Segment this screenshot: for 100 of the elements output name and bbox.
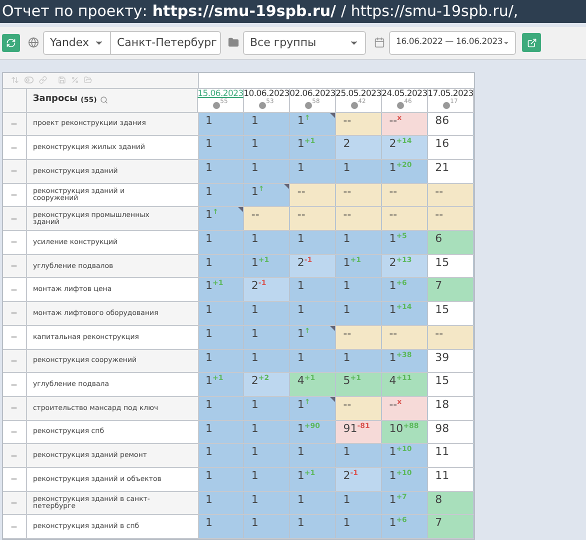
position-value: 91	[343, 422, 358, 434]
toggle-icon[interactable]	[24, 75, 34, 86]
position-value: 1	[297, 233, 304, 244]
position-value: --	[389, 186, 398, 197]
position-value: 1	[251, 162, 258, 173]
position-value: 98	[435, 422, 450, 434]
position-value: 1	[297, 494, 304, 505]
position-value: 1	[251, 186, 258, 197]
title-label: Отчет по проекту:	[2, 1, 148, 22]
position-value: --	[435, 209, 444, 220]
engine-select[interactable]: Yandex	[43, 30, 111, 55]
position-value: 1	[251, 304, 258, 316]
folder-icon[interactable]	[84, 76, 92, 84]
position-value: 1	[343, 352, 350, 362]
position-value: 1	[206, 304, 212, 316]
date-header[interactable]: 17.05.2023	[428, 90, 474, 98]
position-value: 1	[206, 162, 212, 173]
refresh-button[interactable]	[2, 34, 20, 52]
position-value: 1	[389, 304, 396, 316]
position-value: 1	[206, 280, 212, 292]
position-value: 1	[297, 162, 304, 173]
position-value: 1	[206, 446, 212, 458]
position-value: 1	[206, 494, 212, 505]
position-value: --	[389, 114, 398, 126]
position-value: 1	[206, 470, 212, 481]
position-value: 1	[251, 256, 258, 268]
position-value: --	[435, 328, 444, 339]
position-value: 1	[251, 398, 258, 410]
position-value: 1	[206, 328, 212, 339]
position-value: 2	[297, 256, 304, 268]
position-value: --	[297, 209, 306, 220]
position-value: 2	[343, 470, 350, 481]
position-value: 2	[251, 375, 258, 386]
position-value: --	[389, 398, 398, 410]
position-value: 1	[297, 470, 304, 481]
position-value: 15	[435, 304, 450, 316]
position-value: 1	[297, 328, 304, 339]
position-value: 1	[251, 114, 258, 126]
position-value: 2	[251, 280, 258, 292]
position-value: 1	[206, 352, 212, 362]
position-value: 1	[389, 470, 396, 481]
position-value: 4	[297, 375, 304, 386]
position-value: 1	[389, 280, 396, 292]
refresh-icon	[6, 38, 16, 48]
position-value: 1	[206, 517, 212, 528]
sort-icon[interactable]	[11, 76, 19, 84]
position-value: 1	[297, 114, 304, 126]
group-select[interactable]: Все группы	[243, 30, 366, 55]
position-value: 15	[435, 256, 450, 268]
date-header[interactable]: 25.05.2023	[336, 90, 382, 98]
position-value: 1	[251, 517, 258, 528]
position-value: 1	[343, 256, 350, 268]
position-value: --	[435, 186, 444, 197]
date-header[interactable]: 02.06.2023	[290, 90, 336, 98]
position-value: 18	[435, 398, 450, 410]
position-value: 1	[251, 233, 258, 244]
position-value: 16	[435, 138, 450, 150]
position-value: 1	[206, 138, 212, 150]
position-value: 1	[206, 186, 212, 197]
position-value: 10	[389, 422, 404, 434]
position-value: 1	[251, 422, 258, 434]
position-value: 8	[435, 494, 442, 505]
title-url: / https://smu-19spb.ru/,	[341, 1, 518, 22]
position-value: 7	[435, 517, 442, 528]
position-value: 2	[343, 138, 350, 150]
position-value: 1	[343, 233, 350, 244]
position-value: --	[343, 114, 352, 126]
project-link[interactable]: https://smu-19spb.ru/	[152, 0, 336, 23]
period-select[interactable]: 16.06.2022 — 16.06.2023	[389, 30, 516, 55]
position-value: 1	[206, 233, 212, 244]
link-icon[interactable]	[39, 76, 47, 84]
position-value: 11	[435, 446, 450, 458]
save-icon[interactable]	[58, 76, 66, 84]
position-value: 1	[206, 398, 212, 410]
position-value: 1	[389, 162, 396, 173]
position-value: --	[251, 209, 260, 220]
position-value: 1	[389, 517, 396, 528]
position-value: 1	[297, 517, 304, 528]
position-value: 1	[297, 280, 304, 292]
position-value: 1	[206, 375, 212, 386]
position-value: 1	[343, 280, 350, 292]
position-value: 1	[251, 328, 258, 339]
position-value: 1	[297, 422, 304, 434]
search-icon[interactable]	[100, 96, 108, 104]
position-value: 1	[389, 446, 396, 458]
position-value: 1	[297, 446, 304, 458]
globe-icon	[28, 37, 39, 48]
region-select[interactable]: Санкт-Петербург	[111, 30, 221, 55]
date-header[interactable]: 10.06.2023	[244, 90, 290, 98]
position-value: 1	[389, 494, 396, 505]
position-value: --	[389, 328, 398, 339]
export-button[interactable]	[522, 33, 541, 52]
position-value: 4	[389, 375, 396, 386]
position-value: 1	[343, 494, 350, 505]
position-value: 1	[206, 256, 212, 268]
position-value: 1	[251, 138, 258, 150]
position-value: 1	[297, 398, 304, 410]
position-value: 1	[297, 352, 304, 362]
date-header[interactable]: 24.05.2023	[382, 90, 428, 98]
position-value: 1	[251, 470, 258, 481]
